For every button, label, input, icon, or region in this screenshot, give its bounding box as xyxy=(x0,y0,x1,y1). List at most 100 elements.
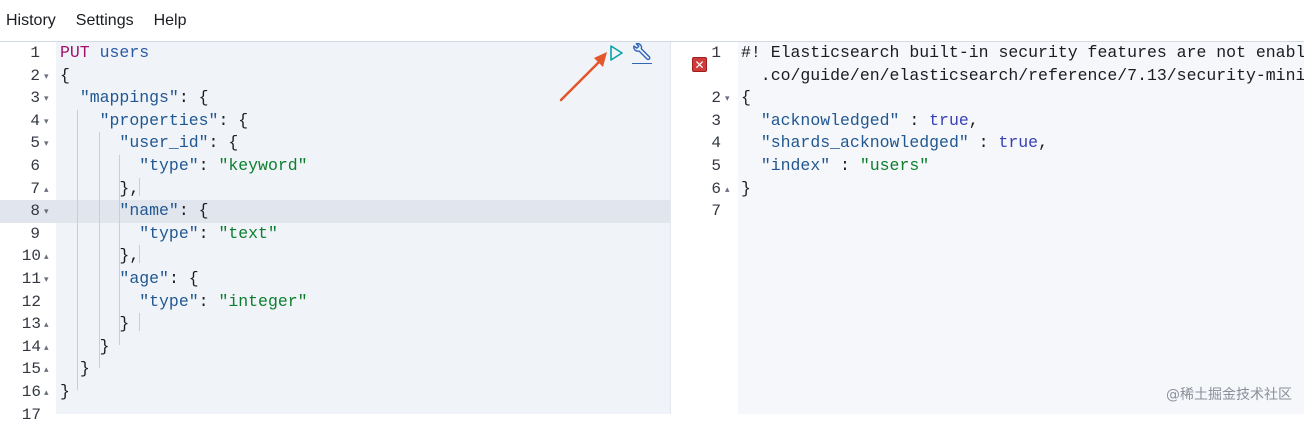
line-number: 4 xyxy=(30,111,40,130)
json-key: "type" xyxy=(139,223,199,243)
response-line: { xyxy=(741,87,751,110)
fold-expand-icon[interactable]: ▴ xyxy=(44,358,56,381)
json-punctuation: : xyxy=(198,291,219,311)
json-punctuation: : { xyxy=(208,133,239,153)
json-key: "shards_acknowledged" xyxy=(760,133,969,153)
fold-collapse-icon[interactable]: ▾ xyxy=(44,110,56,133)
code-line: "mappings": { xyxy=(60,87,209,110)
json-punctuation: : { xyxy=(218,110,249,130)
line-number: 12 xyxy=(21,292,41,311)
json-punctuation: : { xyxy=(168,269,199,288)
code-line: "type": "text" xyxy=(60,223,278,246)
watermark: @稀土掘金技术社区 xyxy=(1166,387,1292,403)
line-number: 6 xyxy=(30,157,40,175)
json-string-value: "keyword" xyxy=(218,156,308,175)
request-editor[interactable]: 1 2 ▾ 3 ▾ 4 ▾ 5 ▾ 6 7 ▴ 8 ▾ 9 10 ▴ 11 ▾ 12 13 ▴ 14 ▴ 15 ▴ 16 ▴ 17 PU… xyxy=(0,42,670,424)
fold-expand-icon[interactable]: ▴ xyxy=(44,245,56,268)
json-string-value: "text" xyxy=(218,223,278,243)
request-path: users xyxy=(89,43,150,62)
json-punctuation: }, xyxy=(119,178,140,198)
json-string-value: "users" xyxy=(859,156,930,175)
json-punctuation: : xyxy=(198,223,219,243)
line-number: 1 xyxy=(30,44,40,62)
json-punctuation: , xyxy=(1038,133,1048,153)
response-code-area xyxy=(738,42,1304,414)
error-icon[interactable]: ✕ xyxy=(692,57,707,72)
json-key: "user_id" xyxy=(119,133,209,153)
line-number: 10 xyxy=(21,247,41,266)
menu-help[interactable]: Help xyxy=(148,12,187,30)
indent-guide xyxy=(139,178,140,196)
menu-bar: History Settings Help xyxy=(0,0,1304,42)
fold-expand-icon[interactable]: ▴ xyxy=(44,336,56,359)
json-punctuation: } xyxy=(741,178,751,198)
fold-expand-icon[interactable]: ▴ xyxy=(725,178,737,201)
json-key: "age" xyxy=(119,269,169,288)
indent-guide xyxy=(119,155,120,345)
line-number: 5 xyxy=(711,157,721,175)
fold-collapse-icon[interactable]: ▾ xyxy=(44,200,56,223)
wrench-icon[interactable] xyxy=(630,42,652,65)
line-number: 16 xyxy=(21,383,41,401)
json-punctuation: } xyxy=(99,336,110,356)
line-number: 15 xyxy=(21,360,41,379)
line-number: 13 xyxy=(21,315,41,334)
line-number: 6 xyxy=(711,179,721,198)
indent-guide xyxy=(99,132,100,368)
json-boolean-value: true xyxy=(929,110,969,130)
json-punctuation: { xyxy=(741,88,751,108)
fold-collapse-icon[interactable]: ▾ xyxy=(44,132,56,155)
code-line: "user_id": { xyxy=(60,132,238,155)
menu-history[interactable]: History xyxy=(0,12,56,30)
pane-resizer[interactable] xyxy=(670,42,688,414)
json-punctuation: : { xyxy=(178,201,209,221)
json-string-value: "integer" xyxy=(218,291,308,311)
response-line: "shards_acknowledged" : true, xyxy=(741,132,1048,155)
response-viewer: 1 2 ▾ 3 4 5 6 ▴ 7 #! Elasticsearch built-in secur… xyxy=(688,42,1304,414)
json-key: "type" xyxy=(139,291,199,311)
fold-collapse-icon[interactable]: ▾ xyxy=(725,87,737,110)
json-punctuation: : { xyxy=(178,88,209,108)
response-line: .co/guide/en/elasticsearch/reference/7.1… xyxy=(741,65,1304,88)
line-number: 9 xyxy=(30,224,40,243)
fold-expand-icon[interactable]: ▴ xyxy=(44,313,56,336)
code-line: "age": { xyxy=(60,268,199,291)
json-key: "index" xyxy=(760,156,831,175)
json-punctuation: : xyxy=(968,133,999,153)
line-number: 8 xyxy=(30,202,40,221)
json-punctuation: } xyxy=(119,314,130,334)
fold-collapse-icon[interactable]: ▾ xyxy=(44,65,56,88)
code-line: "properties": { xyxy=(60,110,249,133)
json-key: "mappings" xyxy=(79,88,179,108)
annotation-arrow xyxy=(559,52,607,102)
line-number: 17 xyxy=(21,405,41,424)
fold-collapse-icon[interactable]: ▾ xyxy=(44,268,56,291)
response-line: #! Elasticsearch built-in security featu… xyxy=(741,42,1304,65)
code-line: } xyxy=(60,358,90,381)
indent-guide xyxy=(139,313,140,331)
menu-settings[interactable]: Settings xyxy=(70,12,134,30)
json-punctuation: : xyxy=(899,110,930,130)
line-number: 7 xyxy=(711,202,721,221)
fold-expand-icon[interactable]: ▴ xyxy=(44,178,56,201)
line-number: 7 xyxy=(30,179,40,198)
fold-collapse-icon[interactable]: ▾ xyxy=(44,87,56,110)
fold-expand-icon[interactable]: ▴ xyxy=(44,381,56,404)
response-line: "index" : "users" xyxy=(741,155,929,178)
json-key: "name" xyxy=(119,201,179,221)
response-line: } xyxy=(741,178,751,201)
json-punctuation: } xyxy=(60,382,70,401)
code-line: "type": "keyword" xyxy=(60,155,308,178)
code-line: "type": "integer" xyxy=(60,291,308,314)
code-line: } xyxy=(60,381,70,404)
